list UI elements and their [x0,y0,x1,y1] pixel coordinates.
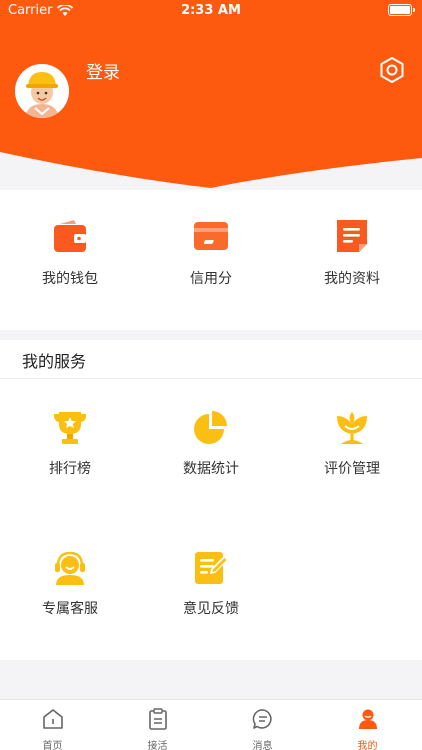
wallet-button[interactable]: 我的钱包 [0,218,140,288]
tab-home[interactable]: 首页 [0,708,105,750]
avatar[interactable] [15,64,69,118]
feedback-label: 意见反馈 [183,601,239,617]
review-management-label: 评价管理 [324,461,380,477]
feedback-button[interactable]: 意见反馈 [141,550,281,618]
worker-avatar-icon [15,64,69,118]
feedback-icon [195,552,228,584]
status-bar: Carrier 2:33 AM [0,0,422,22]
tab-jobs-label: 接活 [147,741,168,750]
tab-mine-label: 我的 [357,741,378,750]
battery-icon [388,4,415,16]
profile-info-button[interactable]: 我的资料 [282,218,422,288]
home-icon [42,709,63,729]
profile-header: Carrier 2:33 AM 登录 [0,0,422,190]
tab-home-label: 首页 [42,741,63,750]
ranking-button[interactable]: 排行榜 [0,410,140,478]
statistics-label: 数据统计 [183,461,239,477]
wallet-label: 我的钱包 [42,271,98,287]
review-management-button[interactable]: 评价管理 [282,410,422,478]
flower-icon [337,412,367,444]
ranking-label: 排行榜 [49,461,91,477]
credit-score-label: 信用分 [190,271,232,287]
tab-messages[interactable]: 消息 [210,708,315,750]
trophy-icon [54,412,86,444]
quick-actions-panel: 我的钱包 信用分 我的资料 [0,190,422,330]
pie-chart-icon [194,411,227,444]
credit-card-icon [194,222,228,250]
clipboard-icon [148,708,167,730]
wallet-icon [54,220,86,252]
customer-service-button[interactable]: 专属客服 [0,550,140,618]
person-icon [358,709,377,729]
headset-icon [55,551,85,585]
tab-mine[interactable]: 我的 [315,708,420,750]
services-divider [0,378,422,379]
customer-service-label: 专属客服 [42,601,98,617]
services-title: 我的服务 [22,352,87,371]
tab-messages-label: 消息 [252,741,273,750]
tab-jobs[interactable]: 接活 [105,708,210,750]
status-time: 2:33 AM [181,3,241,18]
credit-score-button[interactable]: 信用分 [141,218,281,288]
settings-icon[interactable] [378,56,406,84]
document-icon [337,220,367,252]
tab-bar: 首页 接活 消息 我的 [0,699,422,750]
message-icon [252,709,272,729]
profile-info-label: 我的资料 [324,271,380,287]
services-panel: 我的服务 排行榜 数据统计 评价管理 专属客服 意见反馈 [0,340,422,660]
login-link[interactable]: 登录 [86,58,120,83]
statistics-button[interactable]: 数据统计 [141,410,281,478]
